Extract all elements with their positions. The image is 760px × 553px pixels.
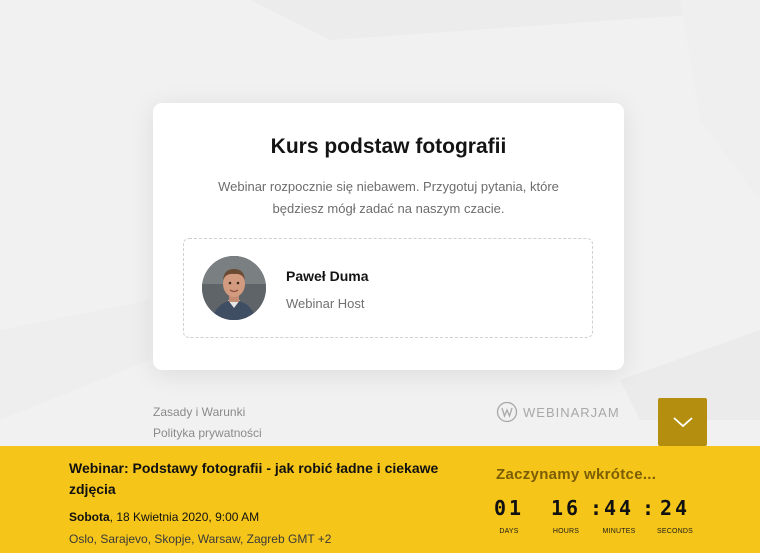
countdown-seconds-value: 24 xyxy=(659,496,691,520)
footer-links: Zasady i Warunki Polityka prywatności xyxy=(153,402,262,444)
countdown-minutes-value: 44 xyxy=(603,496,635,520)
host-name: Paweł Duma xyxy=(286,268,369,284)
event-bar: Webinar: Podstawy fotografii - jak robić… xyxy=(0,446,760,553)
page-title: Kurs podstaw fotografii xyxy=(270,135,507,158)
chevron-down-icon xyxy=(672,417,693,428)
countdown-seconds: 24 SECONDS xyxy=(651,496,699,535)
privacy-link[interactable]: Polityka prywatności xyxy=(153,423,262,444)
countdown-hours: 16 HOURS xyxy=(545,496,587,535)
countdown-days: 01 DAYS xyxy=(488,496,530,535)
countdown-days-label: DAYS xyxy=(499,528,519,535)
webinar-description: Webinar rozpocznie się niebawem. Przygot… xyxy=(218,179,559,216)
countdown-seconds-label: SECONDS xyxy=(656,528,694,535)
countdown-days-value: 01 xyxy=(493,496,525,520)
host-panel: Paweł Duma Webinar Host xyxy=(183,238,593,338)
webinar-info-card: Kurs podstaw fotografii Webinar rozpoczn… xyxy=(153,103,624,370)
event-title: Webinar: Podstawy fotografii - jak robić… xyxy=(69,460,439,497)
brand-logo: WEBINARJAM xyxy=(496,398,620,426)
event-timezone: Oslo, Sarajevo, Skopje, Warsaw, Zagreb G… xyxy=(69,532,332,546)
event-date: Sobota, 18 Kwietnia 2020, 9:00 AM xyxy=(69,510,259,524)
avatar xyxy=(202,256,266,320)
countdown-hours-value: 16 xyxy=(550,496,582,520)
host-role: Webinar Host xyxy=(286,296,365,311)
countdown-heading: Zaczynamy wkrótce... xyxy=(496,466,657,483)
webinarjam-logo-icon xyxy=(496,401,518,423)
terms-link[interactable]: Zasady i Warunki xyxy=(153,402,262,423)
event-day: Sobota xyxy=(69,510,110,524)
countdown-minutes: 44 MINUTES xyxy=(597,496,641,535)
event-date-text: , 18 Kwietnia 2020, 9:00 AM xyxy=(109,510,260,524)
scroll-down-button[interactable] xyxy=(658,398,707,446)
countdown-minutes-label: MINUTES xyxy=(602,528,636,535)
brand-name: WEBINARJAM xyxy=(523,404,620,420)
countdown-hours-label: HOURS xyxy=(552,528,580,535)
